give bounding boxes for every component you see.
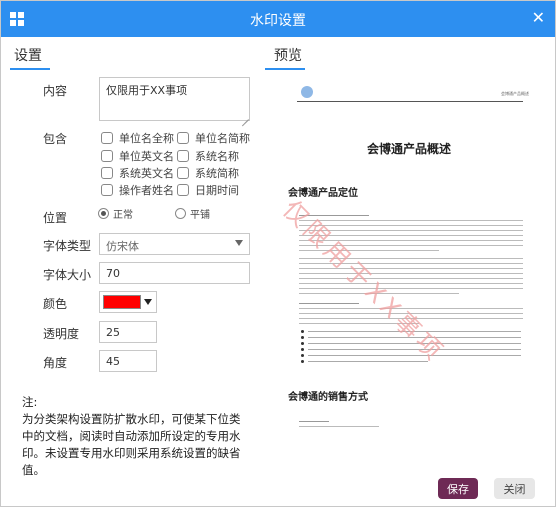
- checkbox-box[interactable]: [101, 132, 113, 144]
- preview-document: 会博通产品概述 会博通产品概述 会博通产品定位 会博通的销售方式: [269, 77, 549, 469]
- opacity-input[interactable]: 25: [99, 321, 157, 343]
- font-type-label: 字体类型: [43, 239, 92, 253]
- checkbox-unit-full-name[interactable]: 单位名全称: [101, 130, 174, 146]
- note-body: 为分类架构设置防扩散水印，可使某下位类中的文档，阅读时自动添加所设定的专用水印。…: [22, 412, 241, 477]
- font-type-select[interactable]: 仿宋体: [99, 233, 250, 255]
- checkbox-label: 操作者姓名: [119, 184, 174, 197]
- checkbox-label: 系统名称: [195, 150, 239, 163]
- checkbox-label: 单位名全称: [119, 132, 174, 145]
- checkbox-unit-english-name[interactable]: 单位英文名: [101, 148, 174, 164]
- checkbox-label: 系统英文名: [119, 167, 174, 180]
- angle-label: 角度: [43, 356, 68, 370]
- checkbox-system-english-name[interactable]: 系统英文名: [101, 165, 174, 181]
- company-logo-icon: [301, 86, 313, 98]
- opacity-label: 透明度: [43, 327, 80, 341]
- close-button[interactable]: 关闭: [494, 478, 535, 499]
- preview-paragraph-4: [299, 421, 523, 431]
- resize-grip-icon[interactable]: [241, 112, 249, 120]
- checkbox-box[interactable]: [101, 167, 113, 179]
- checkbox-label: 系统简称: [195, 167, 239, 180]
- content-textarea[interactable]: 仅限用于XX事项: [99, 77, 250, 121]
- radio-position-normal[interactable]: 正常: [98, 206, 133, 221]
- font-type-value: 仿宋体: [106, 240, 139, 253]
- dialog-title: 水印设置: [250, 13, 306, 29]
- font-size-input[interactable]: 70: [99, 262, 250, 284]
- checkbox-box[interactable]: [101, 150, 113, 162]
- checkbox-label: 日期时间: [195, 184, 239, 197]
- preview-title: 会博通产品概述: [366, 142, 451, 156]
- watermark-settings-dialog: 水印设置 ✕ 设置 预览 内容 仅限用于XX事项 包含 单位名全称 单位名简称 …: [0, 0, 556, 507]
- include-label: 包含: [43, 132, 68, 146]
- color-picker[interactable]: [99, 291, 157, 313]
- color-label: 颜色: [43, 297, 68, 311]
- radio-label: 正常: [113, 210, 133, 221]
- color-swatch[interactable]: [103, 295, 141, 309]
- checkbox-system-short-name[interactable]: 系统简称: [177, 165, 239, 181]
- settings-section-underline: [10, 68, 50, 70]
- preview-section-title: 预览: [274, 48, 302, 64]
- close-icon[interactable]: ✕: [532, 9, 545, 27]
- checkbox-box[interactable]: [177, 132, 189, 144]
- checkbox-box[interactable]: [177, 167, 189, 179]
- preview-heading-sales: 会博通的销售方式: [288, 392, 368, 403]
- checkbox-datetime[interactable]: 日期时间: [177, 182, 239, 198]
- note-block: 注: 为分类架构设置防扩散水印，可使某下位类中的文档，阅读时自动添加所设定的专用…: [22, 394, 247, 479]
- position-label: 位置: [43, 211, 68, 225]
- font-size-label: 字体大小: [43, 268, 92, 282]
- checkbox-operator-name[interactable]: 操作者姓名: [101, 182, 174, 198]
- content-label: 内容: [43, 84, 68, 98]
- checkbox-label: 单位名简称: [195, 132, 250, 145]
- preview-header-divider: [297, 101, 523, 102]
- title-bar: 水印设置 ✕: [1, 1, 555, 37]
- chevron-down-icon: [235, 240, 243, 246]
- radio-label: 平铺: [190, 210, 210, 221]
- caret-down-icon[interactable]: [144, 299, 152, 305]
- checkbox-box[interactable]: [177, 184, 189, 196]
- save-button[interactable]: 保存: [438, 478, 478, 499]
- angle-input[interactable]: 45: [99, 350, 157, 372]
- radio-dot[interactable]: [175, 208, 186, 219]
- radio-dot[interactable]: [98, 208, 109, 219]
- checkbox-label: 单位英文名: [119, 150, 174, 163]
- note-title: 注:: [22, 395, 38, 409]
- checkbox-unit-short-name[interactable]: 单位名简称: [177, 130, 250, 146]
- checkbox-system-name[interactable]: 系统名称: [177, 148, 239, 164]
- preview-section-underline: [265, 68, 305, 70]
- preview-header-text: 会博通产品概述: [501, 91, 529, 96]
- checkbox-box[interactable]: [177, 150, 189, 162]
- radio-position-tile[interactable]: 平铺: [175, 206, 210, 221]
- checkbox-box[interactable]: [101, 184, 113, 196]
- settings-section-title: 设置: [14, 48, 42, 64]
